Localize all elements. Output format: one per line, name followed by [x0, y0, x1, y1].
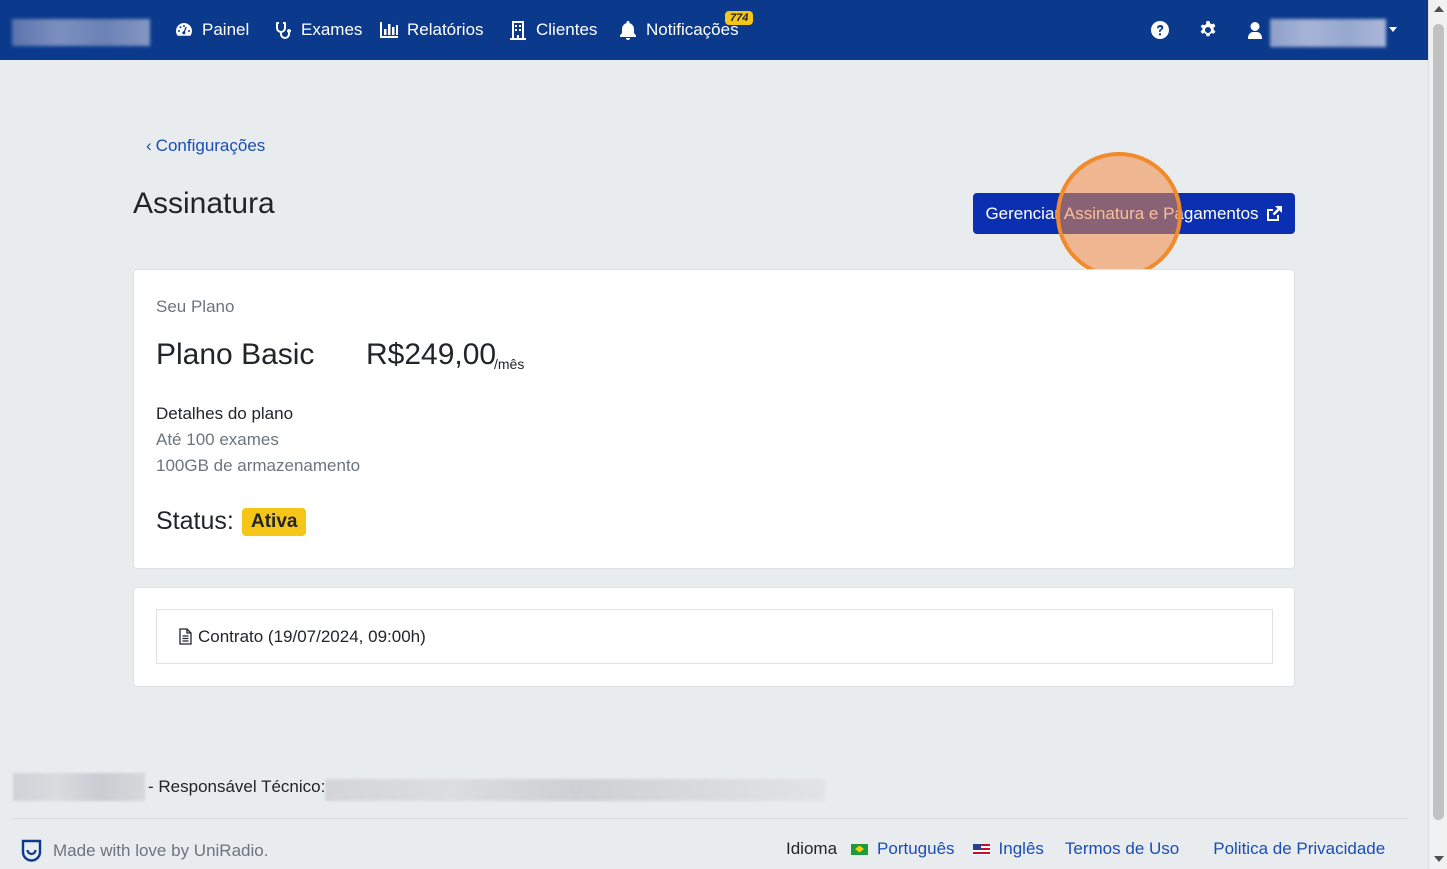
responsible-label: - Responsável Técnico: — [148, 777, 326, 796]
nav-label-painel: Painel — [202, 20, 250, 39]
notifications-count-badge: 774 — [725, 11, 754, 25]
nav-label-clientes: Clientes — [536, 20, 598, 39]
terms-of-use-link[interactable]: Termos de Uso — [1065, 839, 1179, 859]
us-flag-icon — [972, 843, 990, 855]
user-menu-button[interactable] — [1245, 20, 1265, 40]
language-english-link[interactable]: Inglês — [999, 839, 1044, 859]
help-button[interactable] — [1150, 20, 1170, 40]
user-name[interactable] — [1270, 19, 1386, 47]
stethoscope-icon — [276, 22, 291, 39]
language-label: Idioma — [786, 839, 838, 858]
contract-card: Contrato (19/07/2024, 09:00h) — [133, 587, 1295, 687]
nav-label-exames: Exames — [301, 20, 363, 39]
scroll-up-arrow-icon[interactable] — [1434, 6, 1444, 12]
uniradio-logo-icon — [21, 839, 42, 862]
status-badge: Ativa — [242, 508, 307, 536]
responsible-name — [325, 779, 825, 801]
bar-chart-icon — [380, 22, 398, 38]
status-label: Status: — [156, 507, 234, 535]
plan-detail-item: Até 100 exames — [156, 430, 279, 449]
gear-icon — [1200, 21, 1216, 37]
dashboard-icon — [176, 23, 192, 36]
bell-icon — [620, 21, 636, 40]
company-name — [13, 773, 145, 801]
scroll-down-arrow-icon[interactable] — [1434, 856, 1444, 862]
footer-divider — [13, 818, 1408, 819]
manage-subscription-label: Gerenciar Assinatura e Pagamentos — [985, 203, 1259, 223]
brazil-flag-icon — [851, 843, 869, 855]
scroll-thumb[interactable] — [1433, 24, 1444, 820]
contract-label: Contrato (19/07/2024, 09:00h) — [198, 626, 426, 646]
vertical-scrollbar[interactable] — [1428, 0, 1447, 869]
user-icon — [1248, 22, 1262, 39]
logo[interactable] — [12, 19, 150, 46]
nav-item-notificacoes[interactable]: Notificações — [618, 0, 739, 60]
file-text-icon — [179, 628, 192, 645]
plan-detail-item: 100GB de armazenamento — [156, 456, 361, 475]
language-portuguese-link[interactable]: Português — [877, 839, 955, 859]
nav-item-relatorios[interactable]: Relatórios — [379, 0, 484, 60]
plan-price: R$249,00 — [366, 338, 497, 371]
footer-links: Idioma Português Inglês Termos de Uso Po… — [786, 839, 1385, 859]
plan-name: Plano Basic — [156, 338, 315, 371]
nav-item-clientes[interactable]: Clientes — [508, 0, 597, 60]
nav-item-exames[interactable]: Exames — [273, 0, 362, 60]
building-icon — [510, 21, 526, 40]
chevron-down-icon[interactable] — [1389, 27, 1397, 32]
plan-section-label: Seu Plano — [156, 297, 235, 316]
made-with-love-text: Made with love by UniRadio. — [53, 840, 269, 860]
chevron-left-icon: ‹ — [146, 136, 152, 155]
top-navbar: Painel Exames Relatórios Clientes Notifi… — [0, 0, 1428, 60]
privacy-policy-link[interactable]: Politica de Privacidade — [1213, 839, 1385, 859]
help-icon — [1151, 21, 1169, 39]
page-title: Assinatura — [133, 187, 275, 220]
back-to-settings-link[interactable]: ‹ Configurações — [146, 136, 265, 156]
plan-card: Seu Plano Plano Basic R$249,00 /mês Deta… — [133, 269, 1295, 569]
contract-link[interactable]: Contrato (19/07/2024, 09:00h) — [156, 609, 1273, 664]
settings-button[interactable] — [1198, 20, 1218, 40]
back-link-label: Configurações — [155, 136, 266, 155]
external-link-icon — [1266, 205, 1282, 221]
manage-subscription-button[interactable]: Gerenciar Assinatura e Pagamentos — [973, 193, 1295, 234]
nav-item-painel[interactable]: Painel — [174, 0, 249, 60]
nav-label-relatorios: Relatórios — [407, 20, 484, 39]
plan-details-title: Detalhes do plano — [156, 404, 294, 423]
footer-credit: Made with love by UniRadio. — [19, 838, 268, 863]
plan-period: /mês — [494, 356, 525, 372]
